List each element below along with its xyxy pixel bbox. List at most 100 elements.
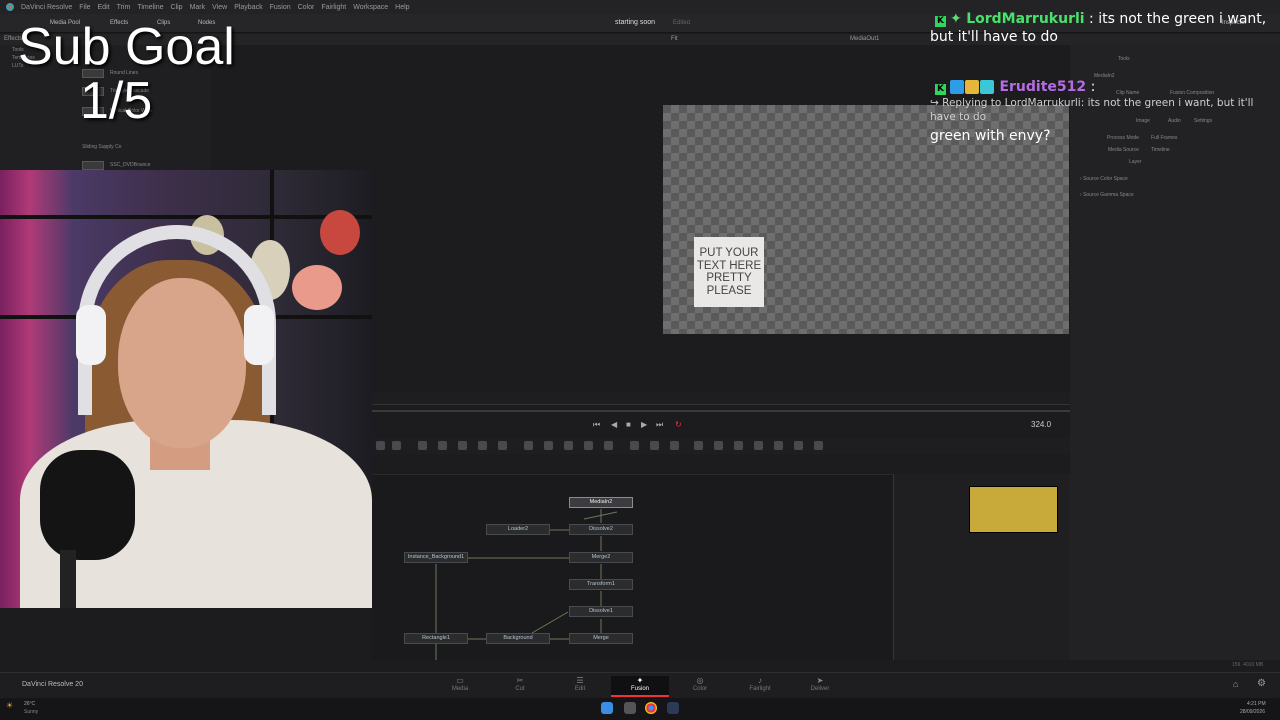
page-media[interactable]: ▭ Media (431, 676, 489, 697)
weather-desc: Sunny (24, 709, 39, 715)
badge-icon (965, 80, 979, 94)
tool-icon[interactable] (694, 441, 703, 450)
windows-start-icon[interactable] (601, 702, 613, 714)
menu-timeline[interactable]: Timeline (137, 4, 163, 11)
node-instance-background[interactable]: Instance_Background1 (404, 552, 468, 563)
weather-sun-icon: ☀ (6, 701, 14, 710)
node-dissolve1[interactable]: Dissolve1 (569, 606, 633, 617)
card-line: PLEASE (706, 284, 752, 297)
node-transform1[interactable]: Transform1 (569, 579, 633, 590)
node-merge[interactable]: Merge (569, 633, 633, 644)
tool-icon[interactable] (670, 441, 679, 450)
menu-file[interactable]: File (79, 4, 90, 11)
tool-icon[interactable] (524, 441, 533, 450)
tool-icon[interactable] (714, 441, 723, 450)
tool-icon[interactable] (544, 441, 553, 450)
play-icon[interactable]: ▶ (641, 420, 647, 429)
inspector-tab-tools[interactable]: Tools (1118, 56, 1130, 62)
card-line: PUT YOUR (699, 247, 759, 259)
placeholder-text-card: PUT YOUR TEXT HERE PRETTY PLEASE (694, 237, 764, 307)
chat-username: LordMarrukurli (966, 11, 1085, 27)
memory-status: 159. 4010 MB (1232, 662, 1264, 668)
time-ruler[interactable] (372, 393, 1070, 405)
node-mediain2[interactable]: MediaIn2 (569, 497, 633, 508)
tool-icon[interactable] (564, 441, 573, 450)
sub-goal-progress: 1/5 (80, 72, 153, 130)
resolve-taskbar-icon[interactable] (667, 702, 679, 714)
tool-icon[interactable] (584, 441, 593, 450)
tool-icon[interactable] (794, 441, 803, 450)
node-background[interactable]: Background (486, 633, 550, 644)
section-source-color-space[interactable]: › Source Color Space (1080, 176, 1128, 182)
page-edit[interactable]: ☰ Edit (551, 676, 609, 697)
page-fusion[interactable]: ✦ Fusion (611, 676, 669, 697)
menu-color[interactable]: Color (298, 4, 315, 11)
node-dissolve2[interactable]: Dissolve2 (569, 524, 633, 535)
page-label: Fairlight (749, 686, 771, 692)
tool-icon[interactable] (376, 441, 385, 450)
step-back-icon[interactable]: ◀ (611, 420, 617, 429)
chrome-icon[interactable] (645, 702, 657, 714)
effect-name: SSC_DVDBounce (110, 162, 151, 168)
weather-temp: 26°C (24, 701, 36, 707)
page-cut[interactable]: ✂ Cut (491, 676, 549, 697)
viewer-fit-dropdown[interactable]: Fit (671, 36, 678, 42)
tool-icon[interactable] (774, 441, 783, 450)
stop-icon[interactable]: ■ (626, 420, 631, 429)
page-deliver[interactable]: ➤ Deliver (791, 676, 849, 697)
node-loader2[interactable]: Loader2 (486, 524, 550, 535)
chat-username: Erudite512 (999, 79, 1087, 95)
effect-item[interactable]: Sliding Supply Co (82, 141, 121, 153)
tool-icon[interactable] (458, 441, 467, 450)
menu-clip[interactable]: Clip (171, 4, 183, 11)
page-color[interactable]: ◎ Color (671, 676, 729, 697)
menu-trim[interactable]: Trim (117, 4, 131, 11)
tool-icon[interactable] (814, 441, 823, 450)
tool-icon[interactable] (604, 441, 613, 450)
scrub-bar[interactable] (372, 410, 1070, 412)
tool-icon[interactable] (630, 441, 639, 450)
node-editor[interactable]: MediaIn2 Loader2 Dissolve2 Instance_Back… (372, 474, 892, 660)
media-source-select[interactable]: Timeline (1151, 147, 1170, 153)
section-source-gamma-space[interactable]: › Source Gamma Space (1080, 192, 1134, 198)
edit-page-icon: ☰ (576, 676, 584, 685)
home-icon[interactable]: ⌂ (1233, 679, 1238, 689)
menu-playback[interactable]: Playback (234, 4, 262, 11)
headphone-cup (244, 305, 274, 365)
page-navigation: ▭ Media ✂ Cut ☰ Edit ✦ Fusion ◎ Color ♪ Fairli… (0, 672, 1280, 698)
settings-gear-icon[interactable]: ⚙ (1257, 678, 1266, 689)
menu-mark[interactable]: Mark (190, 4, 206, 11)
tool-icon[interactable] (650, 441, 659, 450)
menu-fairlight[interactable]: Fairlight (321, 4, 346, 11)
menu-help[interactable]: Help (395, 4, 409, 11)
menu-workspace[interactable]: Workspace (353, 4, 388, 11)
menu-app[interactable]: DaVinci Resolve (21, 4, 72, 11)
menu-view[interactable]: View (212, 4, 227, 11)
tool-icon[interactable] (498, 441, 507, 450)
node-merge2[interactable]: Merge2 (569, 552, 633, 563)
page-label: Edit (574, 686, 586, 692)
fairlight-page-icon: ♪ (758, 676, 762, 685)
color-swatch-preview (969, 486, 1058, 533)
tool-icon[interactable] (734, 441, 743, 450)
go-to-end-icon[interactable]: ⏭ (656, 420, 663, 430)
tool-icon[interactable] (754, 441, 763, 450)
loop-icon[interactable]: ↻ (675, 420, 682, 429)
tool-icon[interactable] (438, 441, 447, 450)
page-label: Cut (515, 686, 525, 692)
menu-edit[interactable]: Edit (98, 4, 110, 11)
tool-icon[interactable] (418, 441, 427, 450)
effect-thumbnail (82, 160, 104, 170)
color-page-icon: ◎ (696, 676, 704, 685)
menu-fusion[interactable]: Fusion (270, 4, 291, 11)
resolve-logo-icon (6, 3, 14, 11)
go-to-start-icon[interactable]: ⏮ (593, 420, 600, 430)
task-view-icon[interactable] (624, 702, 636, 714)
tool-icon[interactable] (478, 441, 487, 450)
node-rectangle1[interactable]: Rectangle1 (404, 633, 468, 644)
tool-icon[interactable] (392, 441, 401, 450)
page-fairlight[interactable]: ♪ Fairlight (731, 676, 789, 697)
section-label: Source Color Space (1083, 176, 1128, 182)
sub-goal-label: Sub Goal (18, 18, 235, 76)
badge-icon (980, 80, 994, 94)
